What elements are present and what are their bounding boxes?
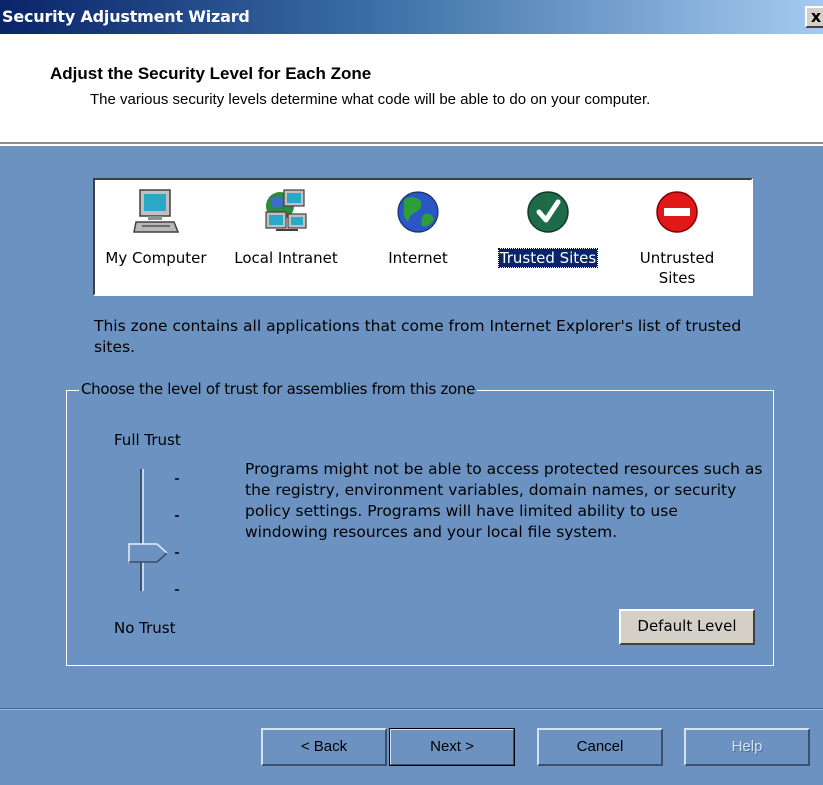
- zone-trusted-sites[interactable]: Trusted Sites: [488, 180, 608, 296]
- page-title: Adjust the Security Level for Each Zone: [50, 64, 372, 83]
- zone-label: My Computer: [105, 249, 207, 267]
- back-button[interactable]: < Back: [261, 728, 387, 766]
- page-subtitle: The various security levels determine wh…: [90, 91, 651, 108]
- zone-label: Untrusted Sites: [639, 249, 715, 287]
- zone-label: Local Intranet: [234, 249, 338, 267]
- no-trust-label: No Trust: [114, 619, 176, 637]
- level-description: Programs might not be able to access pro…: [245, 460, 763, 541]
- zone-local-intranet[interactable]: Local Intranet: [226, 180, 346, 296]
- zone-list: My Computer Local Intranet Internet Trus…: [93, 178, 753, 296]
- title-bar: Security Adjustment Wizard x: [0, 0, 823, 34]
- zone-my-computer[interactable]: My Computer: [96, 180, 216, 296]
- no-entry-icon: [656, 191, 698, 233]
- trust-slider[interactable]: [127, 469, 187, 599]
- zone-internet[interactable]: Internet: [358, 180, 478, 296]
- zone-untrusted-sites[interactable]: Untrusted Sites: [617, 180, 737, 296]
- wizard-header: Adjust the Security Level for Each Zone …: [0, 34, 823, 144]
- zone-label: Trusted Sites: [488, 248, 608, 268]
- default-level-button[interactable]: Default Level: [619, 609, 755, 645]
- help-button[interactable]: Help: [684, 728, 810, 766]
- selected-zone-label: Trusted Sites: [497, 248, 599, 268]
- cancel-button[interactable]: Cancel: [537, 728, 663, 766]
- wizard-body: My Computer Local Intranet Internet Trus…: [0, 146, 823, 785]
- slider-thumb[interactable]: [128, 543, 169, 563]
- computer-icon: [133, 189, 180, 233]
- group-legend: Choose the level of trust for assemblies…: [79, 380, 478, 398]
- trust-level-group: Choose the level of trust for assemblies…: [66, 380, 774, 666]
- window-title: Security Adjustment Wizard: [2, 7, 250, 26]
- checkmark-icon: [527, 191, 569, 233]
- full-trust-label: Full Trust: [114, 431, 181, 449]
- zone-label: Internet: [388, 249, 448, 267]
- globe-icon: [397, 191, 439, 233]
- next-button[interactable]: Next >: [389, 728, 515, 766]
- footer-divider: [0, 708, 823, 710]
- close-button[interactable]: x: [805, 6, 823, 28]
- zone-description: This zone contains all applications that…: [94, 317, 742, 356]
- network-icon: [265, 189, 307, 231]
